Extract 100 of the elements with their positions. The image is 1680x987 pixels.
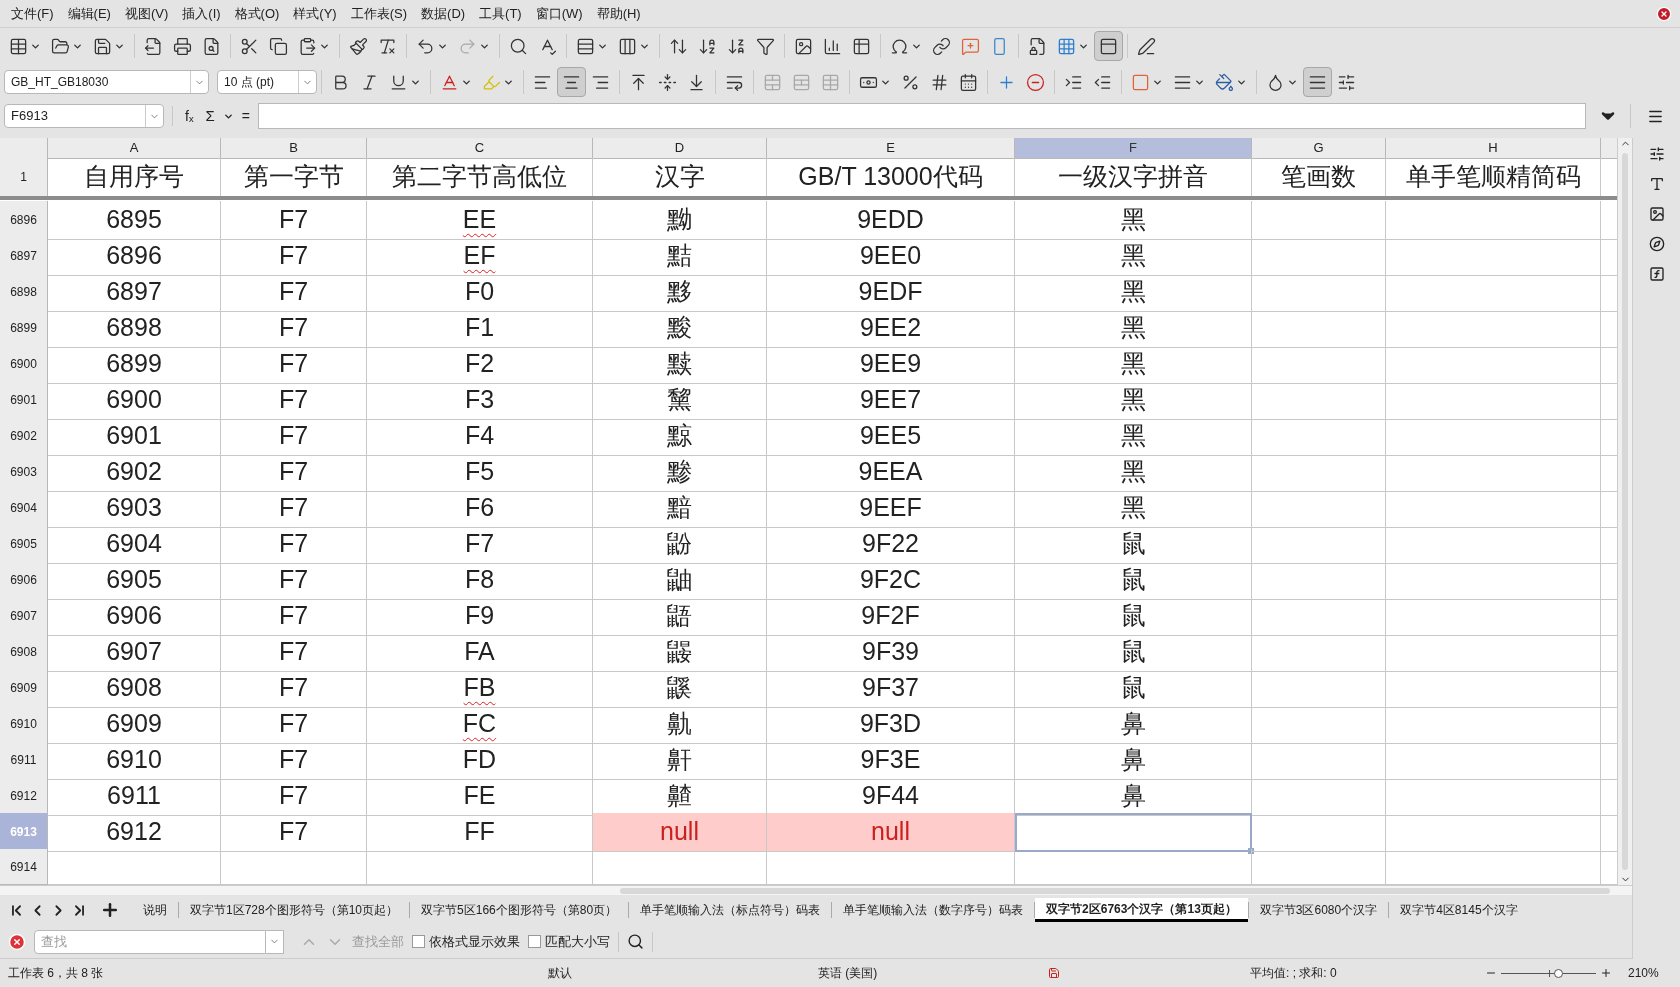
table-icon (9, 36, 28, 56)
table-cell: F7 (221, 201, 367, 240)
table-cell: 鼠 (1015, 633, 1252, 672)
vertical-scrollbar[interactable] (1617, 138, 1632, 885)
sheet-tab[interactable]: 双字节3区6080个汉字 (1248, 898, 1389, 922)
table-cell: 黠 (593, 237, 767, 276)
table-cell: FC (367, 705, 593, 744)
row-header[interactable]: 1 (0, 158, 48, 197)
row-header[interactable]: 6904 (0, 489, 48, 528)
sheet-tab[interactable]: 双字节2区6763个汉字（第13页起） (1035, 898, 1248, 922)
sheet-tab[interactable]: 双字节1区728个图形符号（第10页起） (179, 898, 410, 922)
zoom-slider[interactable] (1501, 967, 1596, 979)
row-header[interactable]: 6896 (0, 201, 48, 240)
formula-button[interactable]: = (237, 105, 254, 127)
table-cell: 鼽 (593, 705, 767, 744)
row-header[interactable]: 6908 (0, 633, 48, 672)
row-header[interactable]: 6912 (0, 777, 48, 816)
menu-item[interactable]: 工作表(S) (343, 3, 415, 24)
draw-icon (1137, 36, 1156, 56)
font-name-field[interactable]: GB_HT_GB18030 (4, 70, 209, 94)
menu-item[interactable]: 工具(T) (472, 3, 529, 24)
close-icon[interactable] (8, 932, 26, 951)
checkbox[interactable] (412, 935, 425, 948)
row-header[interactable]: 6909 (0, 669, 48, 708)
table-cell: F4 (367, 417, 593, 456)
table-cell: 鼠 (1015, 669, 1252, 708)
checkbox[interactable] (528, 935, 541, 948)
column-header[interactable]: C (367, 138, 593, 159)
find-field[interactable]: 查找 (34, 929, 266, 954)
column-header[interactable]: H (1386, 138, 1601, 159)
gallery-icon[interactable] (1648, 206, 1665, 222)
table-cell: F7 (221, 669, 367, 708)
sum-button[interactable]: Σ (201, 104, 219, 128)
sheet-tab[interactable]: 说明 (132, 898, 178, 922)
row-header[interactable]: 6898 (0, 273, 48, 312)
menu-item[interactable]: 格式(O) (227, 3, 287, 24)
table-cell: 黟 (593, 273, 767, 312)
menu-item[interactable]: 样式(Y) (286, 3, 344, 24)
row-header[interactable]: 6899 (0, 309, 48, 348)
number-format-icon (930, 72, 949, 92)
sheet-tab[interactable]: 双字节4区8145个汉字 (1389, 898, 1529, 922)
column-header[interactable]: G (1252, 138, 1386, 159)
functions-icon[interactable] (1648, 266, 1665, 282)
function-wizard-button[interactable]: fₓ (181, 105, 198, 127)
menu-item[interactable]: 数据(D) (414, 3, 473, 24)
search-icon[interactable] (627, 933, 644, 950)
row-header[interactable]: 6897 (0, 237, 48, 276)
menu-item[interactable]: 帮助(H) (589, 3, 648, 24)
properties-icon[interactable] (1648, 146, 1665, 162)
row-header[interactable]: 6902 (0, 417, 48, 456)
menu-item[interactable]: 视图(V) (117, 3, 176, 24)
font-size-field[interactable]: 10 点 (pt) (217, 70, 317, 94)
row-header[interactable]: 6903 (0, 453, 48, 492)
table-cell: FA (367, 633, 593, 672)
name-box[interactable]: F6913 (4, 104, 164, 128)
formula-input[interactable] (257, 103, 1586, 129)
column-header[interactable]: D (593, 138, 767, 159)
row-header[interactable]: 6914 (0, 849, 48, 885)
row-header[interactable]: 6907 (0, 597, 48, 636)
menu-item[interactable]: 插入(I) (175, 3, 228, 24)
zoom-thumb[interactable] (1554, 968, 1563, 978)
add-sheet-icon[interactable] (100, 900, 120, 920)
sheet-tab[interactable]: 单手笔顺输入法（数字序号）码表 (832, 898, 1035, 922)
table-cell: F7 (221, 309, 367, 348)
sheet-tab[interactable]: 单手笔顺输入法（标点符号）码表 (629, 898, 832, 922)
styles-icon[interactable] (1648, 176, 1665, 192)
rows-icon (576, 36, 595, 56)
freeze-rows-button[interactable] (1094, 31, 1123, 61)
table-cell: 6896 (48, 237, 221, 276)
horizontal-scrollbar[interactable] (0, 885, 1632, 895)
table-cell: F7 (221, 489, 367, 528)
column-header[interactable]: E (767, 138, 1015, 159)
row-header[interactable]: 6910 (0, 705, 48, 744)
table-cell: F7 (367, 525, 593, 564)
table-cell: 9F3D (767, 705, 1015, 744)
sheet-tab[interactable]: 双字节5区166个图形符号（第80页） (410, 898, 629, 922)
row-header[interactable]: 6906 (0, 561, 48, 600)
table-cell: 鼻 (1015, 741, 1252, 780)
navigator-icon[interactable] (1648, 236, 1665, 252)
table-cell: F7 (221, 381, 367, 420)
wrap-text-button[interactable] (1303, 67, 1332, 97)
sheet-count: 工作表 6，共 8 张 (8, 965, 105, 982)
menu-item[interactable]: 文件(F) (4, 3, 61, 24)
menu-item[interactable]: 编辑(E) (60, 3, 118, 24)
row-header[interactable]: 6901 (0, 381, 48, 420)
table-cell: 鼻 (1015, 705, 1252, 744)
column-header[interactable]: B (221, 138, 367, 159)
zoom-level[interactable]: 210% (1628, 964, 1659, 982)
column-header[interactable]: A (48, 138, 221, 159)
zoom-in-icon[interactable] (1600, 967, 1612, 979)
fill-handle[interactable] (1248, 847, 1254, 854)
row-header[interactable]: 6911 (0, 741, 48, 780)
menu-item[interactable]: 窗口(W) (528, 3, 590, 24)
row-header[interactable]: 6905 (0, 525, 48, 564)
table-cell: 6912 (48, 813, 221, 852)
row-header[interactable]: 6900 (0, 345, 48, 384)
close-document-icon[interactable] (1656, 5, 1672, 22)
align-center-button[interactable] (557, 67, 586, 97)
column-header[interactable]: F (1015, 138, 1252, 159)
table-cell: F7 (221, 705, 367, 744)
